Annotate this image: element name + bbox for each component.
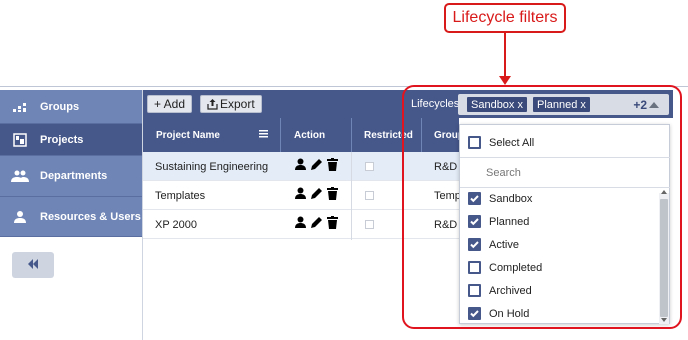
- restricted-checkbox[interactable]: [365, 220, 374, 229]
- column-header-project-name[interactable]: Project Name: [156, 130, 220, 141]
- edit-pencil-icon[interactable]: [310, 187, 323, 200]
- column-divider: [280, 118, 281, 152]
- export-label: Export: [220, 97, 255, 111]
- assign-user-icon[interactable]: [295, 158, 306, 171]
- callout-label: Lifecycle filters: [444, 3, 566, 33]
- column-divider: [351, 118, 352, 152]
- row-actions: [295, 158, 338, 171]
- row-actions: [295, 187, 338, 200]
- sidebar-item-label: Projects: [40, 133, 84, 146]
- sidebar-item-groups[interactable]: Groups: [0, 90, 142, 124]
- project-name-cell: Templates: [155, 190, 206, 202]
- sidebar-item-label: Departments: [40, 170, 108, 182]
- delete-trash-icon[interactable]: [327, 216, 338, 229]
- export-button[interactable]: Export: [200, 95, 262, 113]
- assign-user-icon[interactable]: [295, 187, 306, 200]
- screenshot-stage: Lifecycle filters Groups Projects Depart…: [0, 0, 688, 340]
- sidebar-item-projects[interactable]: Projects: [0, 124, 142, 156]
- column-menu-icon[interactable]: [259, 130, 268, 141]
- export-icon: [207, 98, 218, 110]
- highlight-outline: [402, 85, 682, 329]
- sidebar-item-departments[interactable]: Departments: [0, 156, 142, 197]
- groups-icon: [0, 101, 40, 113]
- sidebar-item-label: Resources & Users: [40, 210, 141, 223]
- edit-pencil-icon[interactable]: [310, 158, 323, 171]
- double-chevron-left-icon: [27, 256, 39, 274]
- sidebar-item-label: Groups: [40, 100, 80, 113]
- assign-user-icon[interactable]: [295, 216, 306, 229]
- departments-icon: [0, 170, 40, 182]
- delete-trash-icon[interactable]: [327, 187, 338, 200]
- row-actions: [295, 216, 338, 229]
- sidebar: Groups Projects Departments Resources & …: [0, 90, 143, 340]
- delete-trash-icon[interactable]: [327, 158, 338, 171]
- add-button[interactable]: + Add: [147, 95, 193, 113]
- callout-arrow-head: [499, 76, 511, 85]
- edit-pencil-icon[interactable]: [310, 216, 323, 229]
- column-divider: [351, 152, 352, 240]
- projects-icon: [0, 132, 40, 147]
- project-name-cell: XP 2000: [155, 219, 198, 231]
- column-header-action[interactable]: Action: [294, 130, 325, 141]
- project-name-cell: Sustaining Engineering: [155, 161, 269, 173]
- collapse-sidebar-button[interactable]: [12, 252, 54, 278]
- callout-arrow-line: [504, 33, 506, 77]
- restricted-checkbox[interactable]: [365, 191, 374, 200]
- restricted-checkbox[interactable]: [365, 162, 374, 171]
- user-icon: [0, 210, 40, 223]
- sidebar-item-resources-users[interactable]: Resources & Users: [0, 197, 142, 237]
